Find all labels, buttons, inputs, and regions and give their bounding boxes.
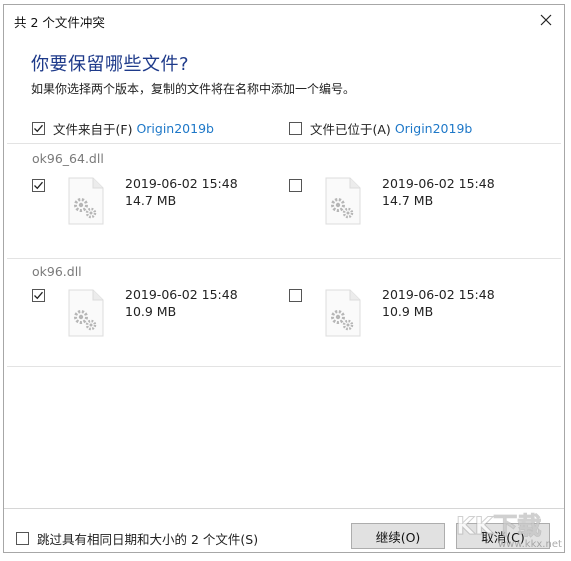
file-source-size: 14.7 MB xyxy=(125,193,177,208)
file-conflict-dialog: 共 2 个文件冲突 你要保留哪些文件? 如果你选择两个版本，复制的文件将在名称中… xyxy=(3,4,565,553)
file-destination-size: 14.7 MB xyxy=(382,193,434,208)
file-destination-date: 2019-06-02 15:48 xyxy=(382,287,495,302)
continue-button[interactable]: 继续(O) xyxy=(351,523,445,549)
file-source-checkbox[interactable] xyxy=(32,289,45,302)
dll-file-icon xyxy=(68,289,104,337)
cancel-button[interactable]: 取消(C) xyxy=(456,523,550,549)
check-icon xyxy=(34,291,43,300)
group-separator xyxy=(7,366,561,367)
skip-same-files-option[interactable]: 跳过具有相同日期和大小的 2 个文件(S) xyxy=(16,529,258,548)
file-destination-checkbox[interactable] xyxy=(289,179,302,192)
file-group-name: ok96.dll xyxy=(32,264,82,279)
dialog-heading: 你要保留哪些文件? xyxy=(31,54,190,75)
source-column-checkbox[interactable] xyxy=(32,122,45,135)
file-source-checkbox[interactable] xyxy=(32,179,45,192)
dll-file-icon xyxy=(325,289,361,337)
file-destination-size: 10.9 MB xyxy=(382,304,434,319)
title-bar: 共 2 个文件冲突 xyxy=(4,5,564,35)
source-column-label: 文件来自于(F) xyxy=(53,122,133,137)
file-destination-checkbox[interactable] xyxy=(289,289,302,302)
close-icon xyxy=(540,14,552,26)
source-column-header[interactable]: 文件来自于(F) Origin2019b xyxy=(32,119,214,138)
dll-file-icon xyxy=(68,177,104,225)
source-folder-link[interactable]: Origin2019b xyxy=(136,121,214,136)
group-separator xyxy=(7,258,561,259)
destination-column-label: 文件已位于(A) xyxy=(310,122,391,137)
dialog-content: 你要保留哪些文件? 如果你选择两个版本，复制的文件将在名称中添加一个编号。 文件… xyxy=(4,35,564,509)
file-source-size: 10.9 MB xyxy=(125,304,177,319)
close-button[interactable] xyxy=(532,7,560,33)
destination-folder-link[interactable]: Origin2019b xyxy=(395,121,473,136)
dll-file-icon xyxy=(325,177,361,225)
group-separator xyxy=(7,143,561,144)
file-source-date: 2019-06-02 15:48 xyxy=(125,176,238,191)
destination-column-checkbox[interactable] xyxy=(289,122,302,135)
dialog-title: 共 2 个文件冲突 xyxy=(14,15,105,30)
check-icon xyxy=(34,181,43,190)
file-source-date: 2019-06-02 15:48 xyxy=(125,287,238,302)
dialog-subheading: 如果你选择两个版本，复制的文件将在名称中添加一个编号。 xyxy=(31,82,356,96)
destination-column-header[interactable]: 文件已位于(A) Origin2019b xyxy=(289,119,472,138)
check-icon xyxy=(34,124,43,133)
file-destination-date: 2019-06-02 15:48 xyxy=(382,176,495,191)
skip-same-files-label: 跳过具有相同日期和大小的 2 个文件(S) xyxy=(37,532,259,547)
skip-same-files-checkbox[interactable] xyxy=(16,532,29,545)
file-group-name: ok96_64.dll xyxy=(32,151,104,166)
